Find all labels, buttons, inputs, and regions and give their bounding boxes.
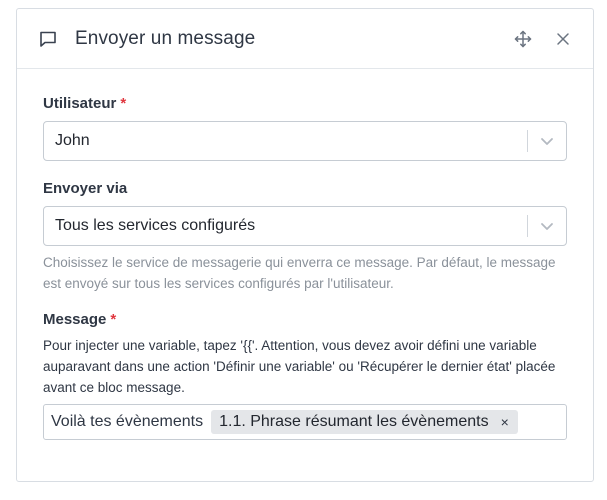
chip-remove-icon[interactable]: × — [501, 415, 509, 429]
required-mark: * — [120, 95, 127, 112]
chevron-down-icon[interactable] — [528, 122, 566, 160]
variable-chip-label: 1.1. Phrase résumant les évènements — [219, 413, 489, 430]
user-label: Utilisateur * — [43, 95, 127, 112]
message-text: Voilà tes évènements — [51, 413, 204, 430]
user-select[interactable]: John — [43, 121, 567, 161]
close-icon[interactable] — [550, 26, 576, 52]
chevron-down-icon[interactable] — [528, 207, 566, 245]
message-description: Pour injecter une variable, tapez '{{'. … — [43, 338, 556, 395]
via-field-group: Envoyer via Tous les services configurés… — [43, 180, 567, 294]
via-select[interactable]: Tous les services configurés — [43, 206, 567, 246]
message-square-icon — [39, 28, 61, 50]
via-label: Envoyer via — [43, 180, 128, 197]
message-field-group: Message * Pour injecter une variable, tap… — [43, 311, 567, 440]
required-mark: * — [110, 311, 117, 328]
panel-header: Envoyer un message — [17, 9, 593, 69]
panel-title: Envoyer un message — [75, 27, 256, 49]
move-arrows-icon[interactable] — [510, 26, 536, 52]
variable-chip[interactable]: 1.1. Phrase résumant les évènements × — [211, 410, 518, 434]
user-field-group: Utilisateur * John — [43, 95, 567, 161]
via-select-value: Tous les services configurés — [55, 217, 256, 234]
send-message-panel: Envoyer un message Utilisateur * John En… — [16, 8, 594, 482]
via-help-text: Choisissez le service de messagerie qui … — [43, 255, 556, 291]
message-label: Message * — [43, 311, 117, 328]
message-input[interactable]: Voilà tes évènements 1.1. Phrase résuman… — [43, 404, 567, 440]
user-select-value: John — [55, 132, 90, 149]
